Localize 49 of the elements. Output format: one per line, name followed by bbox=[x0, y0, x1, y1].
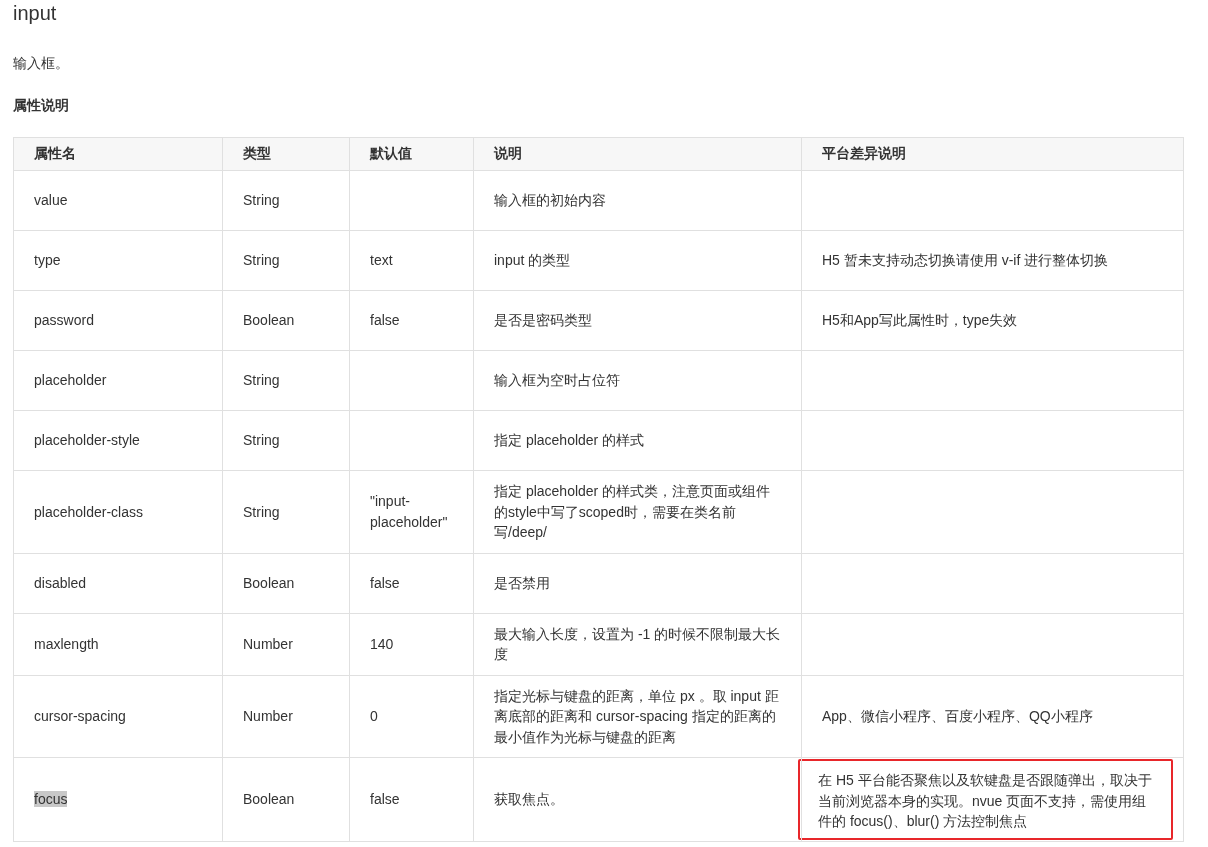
table-cell: Boolean bbox=[222, 290, 350, 351]
table-cell: false bbox=[349, 553, 474, 613]
table-cell: false bbox=[349, 290, 474, 351]
table-cell: 140 bbox=[349, 613, 474, 675]
table-cell: String bbox=[222, 170, 350, 231]
highlighted-text: focus bbox=[34, 791, 68, 807]
table-cell: "input-placeholder" bbox=[349, 470, 474, 553]
table-cell: type bbox=[13, 230, 223, 291]
table-cell: maxlength bbox=[13, 613, 223, 675]
header-cell: 说明 bbox=[473, 137, 802, 171]
table-cell: disabled bbox=[13, 553, 223, 613]
section-heading: 属性说明 bbox=[13, 96, 70, 115]
table-cell: cursor-spacing bbox=[13, 675, 223, 758]
table-cell: 指定光标与键盘的距离，单位 px 。取 input 距离底部的距离和 cursor-spacing 指定的距离的最小值作为光标与键盘的距离 bbox=[473, 675, 802, 758]
table-cell: value bbox=[13, 170, 223, 231]
table-cell: String bbox=[222, 410, 350, 471]
table-cell: Boolean bbox=[222, 553, 350, 613]
table-cell: String bbox=[222, 230, 350, 291]
table-cell: 输入框为空时占位符 bbox=[473, 350, 802, 411]
table-cell: 最大输入长度，设置为 -1 的时候不限制最大长度 bbox=[473, 613, 802, 675]
table-cell: password bbox=[13, 290, 223, 351]
table-cell: Number bbox=[222, 675, 350, 758]
table-cell: 指定 placeholder 的样式 bbox=[473, 410, 802, 471]
table-cell: 0 bbox=[349, 675, 474, 758]
table-cell: H5 暂未支持动态切换请使用 v-if 进行整体切换 bbox=[801, 230, 1184, 291]
table-cell: input 的类型 bbox=[473, 230, 802, 291]
table-cell: false bbox=[349, 757, 474, 841]
table-cell: text bbox=[349, 230, 474, 291]
header-cell: 平台差异说明 bbox=[801, 137, 1184, 171]
outlined-note: 在 H5 平台能否聚焦以及软键盘是否跟随弹出，取决于当前浏览器本身的实现。nvue 页面不支持，需使用组件的 focus()、blur() 方法控制焦点 bbox=[798, 759, 1173, 840]
table-cell: 输入框的初始内容 bbox=[473, 170, 802, 231]
table-cell: H5和App写此属性时，type失效 bbox=[801, 290, 1184, 351]
table-cell: Number bbox=[222, 613, 350, 675]
table-cell: placeholder-style bbox=[13, 410, 223, 471]
page-title: input bbox=[13, 1, 58, 25]
header-cell: 类型 bbox=[222, 137, 350, 171]
table-cell: 指定 placeholder 的样式类，注意页面或组件的style中写了scoped时，需要在类名前写/deep/ bbox=[473, 470, 802, 553]
table-cell: String bbox=[222, 350, 350, 411]
table-cell: 获取焦点。 bbox=[473, 757, 802, 841]
table-cell: placeholder bbox=[13, 350, 223, 411]
table-cell: 是否是密码类型 bbox=[473, 290, 802, 351]
header-cell: 属性名 bbox=[13, 137, 223, 171]
table-cell: 是否禁用 bbox=[473, 553, 802, 613]
table-cell: placeholder-class bbox=[13, 470, 223, 553]
table-cell: Boolean bbox=[222, 757, 350, 841]
header-cell: 默认值 bbox=[349, 137, 474, 171]
description-text: 输入框。 bbox=[13, 54, 70, 73]
table-cell: String bbox=[222, 470, 350, 553]
table-cell: App、微信小程序、百度小程序、QQ小程序 bbox=[801, 675, 1184, 758]
